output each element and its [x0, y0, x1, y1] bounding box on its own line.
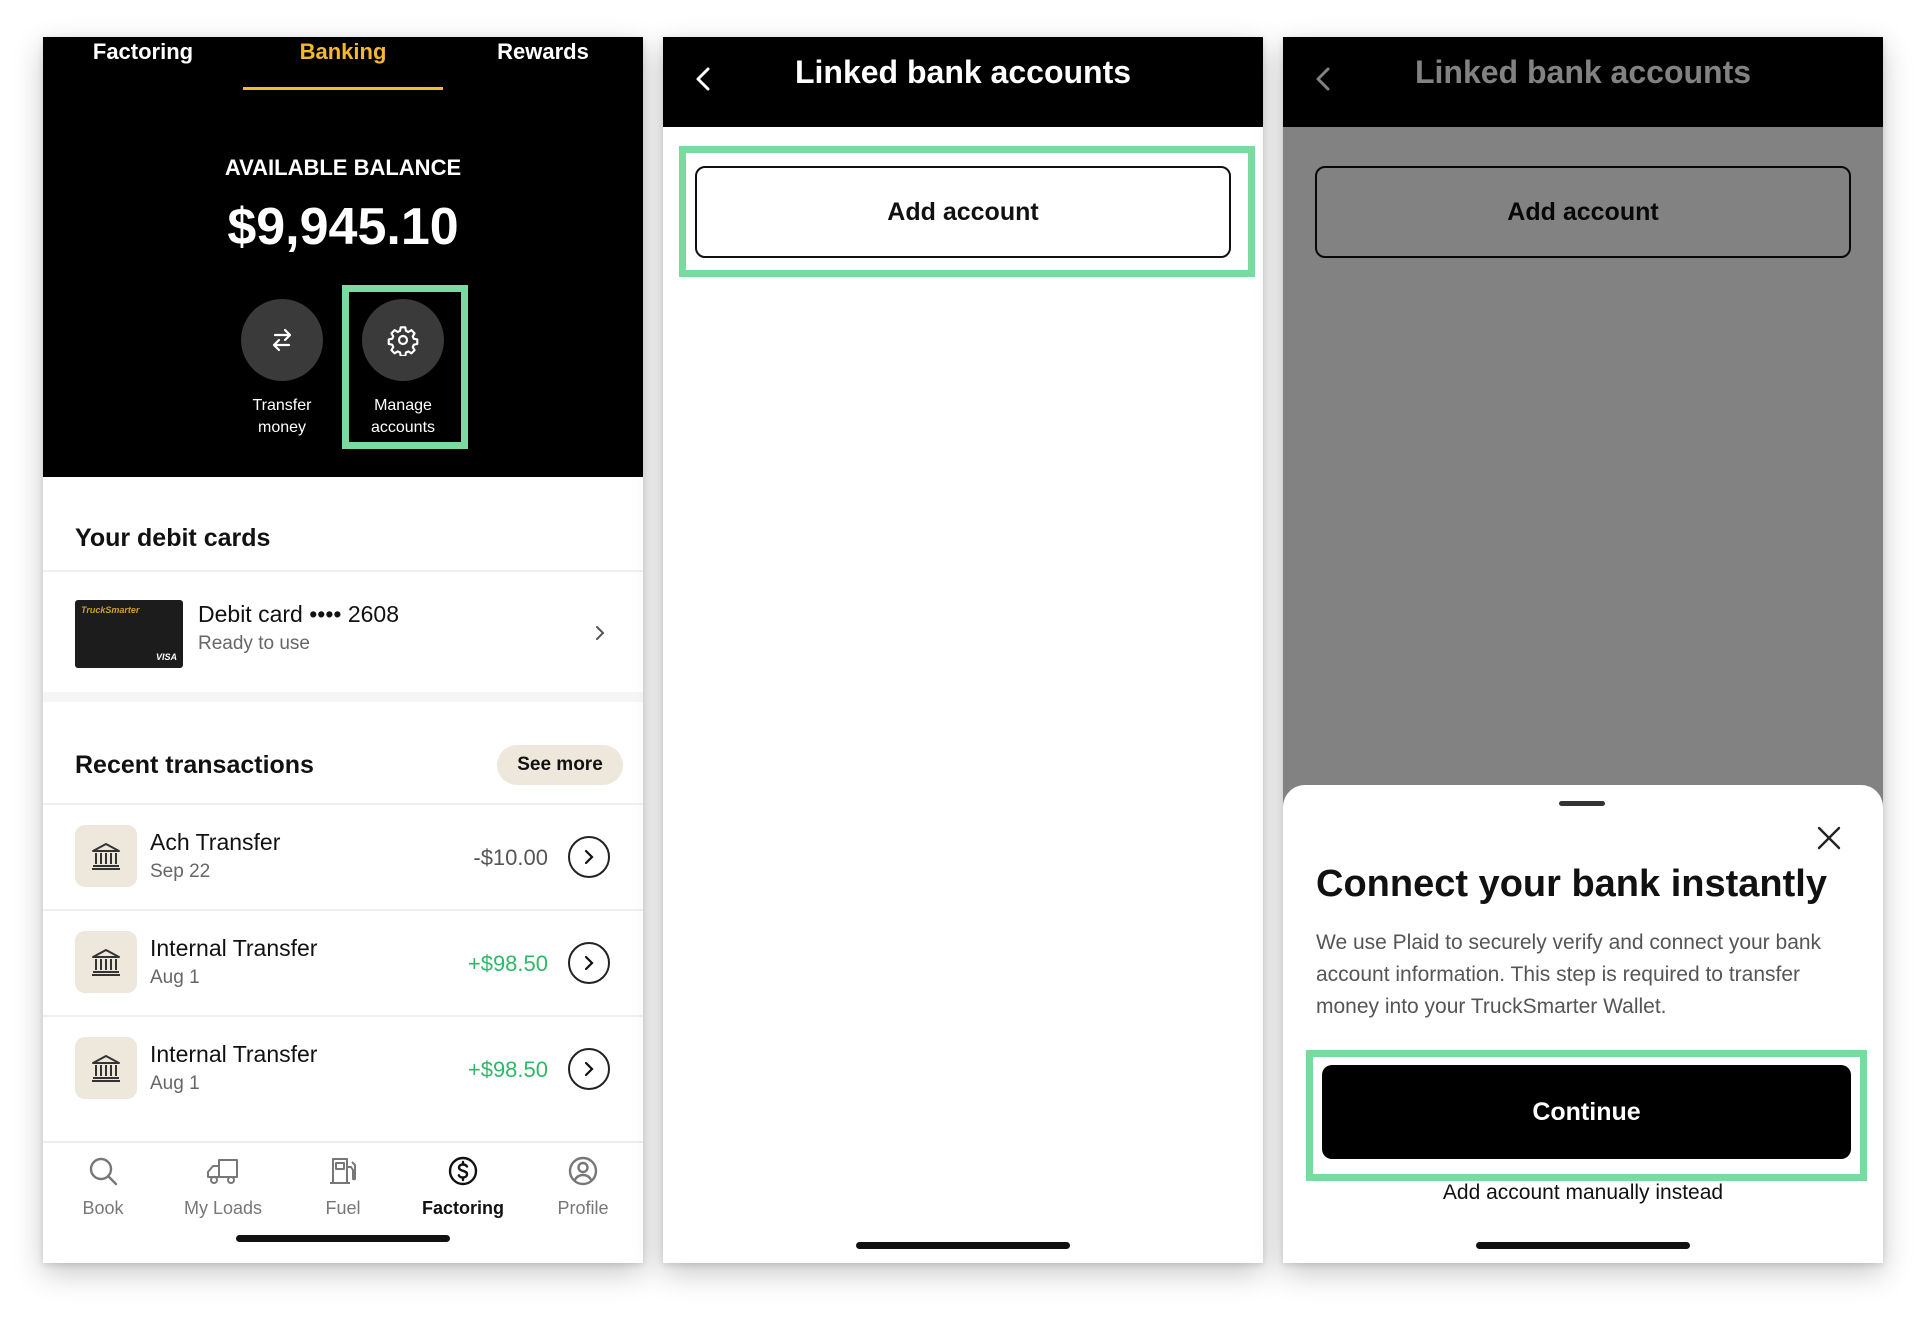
fuel-pump-icon [330, 1158, 356, 1184]
linked-accounts-screen: Linked bank accounts Add account [663, 37, 1263, 1263]
nav-label: Book [82, 1198, 124, 1218]
nav-profile[interactable]: Profile [523, 1155, 643, 1219]
manage-accounts-label: Manage accounts [370, 397, 436, 436]
nav-factoring[interactable]: Factoring [403, 1155, 523, 1219]
banking-screen: Factoring Banking Rewards AVAILABLE BALA… [43, 37, 643, 1263]
tab-factoring[interactable]: Factoring [43, 37, 243, 91]
sheet-title: Connect your bank instantly [1316, 863, 1827, 905]
transaction-row[interactable]: Internal Transfer Aug 1 +$98.50 [43, 911, 643, 1015]
balance-header: Factoring Banking Rewards AVAILABLE BALA… [43, 37, 643, 477]
transaction-row[interactable]: Ach Transfer Sep 22 -$10.00 [43, 805, 643, 909]
available-balance-value: $9,945.10 [227, 198, 459, 256]
close-icon[interactable] [1816, 825, 1842, 851]
debit-card-status: Ready to use [198, 633, 310, 654]
nav-my-loads[interactable]: My Loads [163, 1155, 283, 1219]
section-gap [43, 692, 643, 702]
page-title: Linked bank accounts [794, 54, 1132, 90]
debit-card-image: TruckSmarter VISA [75, 600, 183, 668]
manage-accounts-button[interactable]: Manage accounts [353, 299, 453, 439]
recent-transactions-heading: Recent transactions [75, 751, 314, 779]
debit-card-title: Debit card •••• 2608 [198, 601, 399, 627]
transaction-date: Aug 1 [150, 1073, 200, 1094]
bank-icon [75, 931, 137, 993]
continue-button[interactable]: Continue [1322, 1065, 1851, 1159]
transaction-title: Internal Transfer [150, 935, 318, 961]
connect-bank-screen: Linked bank accounts Add account Connect… [1283, 37, 1883, 1263]
nav-label: My Loads [183, 1198, 263, 1218]
sheet-grabber[interactable] [1559, 801, 1605, 806]
add-account-button[interactable]: Add account [695, 166, 1231, 258]
tab-banking[interactable]: Banking [243, 37, 443, 91]
bank-icon [75, 825, 137, 887]
transaction-title: Ach Transfer [150, 829, 281, 855]
debit-cards-heading: Your debit cards [75, 524, 271, 552]
transaction-title: Internal Transfer [150, 1041, 318, 1067]
nav-book[interactable]: Book [43, 1155, 163, 1219]
sheet-description: We use Plaid to securely verify and conn… [1316, 931, 1822, 1018]
card-brand-logo: TruckSmarter [81, 605, 140, 615]
bottom-sheet: Connect your bank instantly We use Plaid… [1283, 785, 1883, 1263]
dollar-circle-icon [448, 1156, 478, 1186]
truck-icon [207, 1159, 238, 1184]
tab-rewards[interactable]: Rewards [443, 37, 643, 91]
chevron-right-icon[interactable] [568, 942, 610, 984]
transfer-money-button[interactable]: Transfer money [232, 299, 332, 439]
user-circle-icon [568, 1156, 598, 1186]
nav-label: Profile [557, 1198, 609, 1218]
chevron-right-icon [596, 626, 605, 640]
transfer-arrows-icon [241, 299, 323, 381]
see-more-button[interactable]: See more [497, 745, 623, 785]
transaction-date: Aug 1 [150, 967, 200, 988]
transaction-amount: -$10.00 [473, 845, 548, 870]
home-indicator [856, 1242, 1070, 1249]
transfer-money-label: Transfer money [252, 397, 312, 436]
transaction-amount: +$98.50 [467, 951, 548, 976]
add-manually-link[interactable]: Add account manually instead [1283, 1181, 1883, 1205]
divider [43, 570, 643, 572]
header-bar: Linked bank accounts [663, 37, 1263, 127]
home-indicator [236, 1235, 450, 1242]
nav-fuel[interactable]: Fuel [283, 1155, 403, 1219]
transaction-amount: +$98.50 [467, 1057, 548, 1082]
gear-icon [362, 299, 444, 381]
nav-label: Factoring [421, 1198, 504, 1218]
chevron-right-icon[interactable] [568, 836, 610, 878]
transaction-row[interactable]: Internal Transfer Aug 1 +$98.50 [43, 1017, 643, 1121]
nav-label: Fuel [325, 1198, 361, 1218]
home-indicator [1476, 1242, 1690, 1249]
available-balance-label: AVAILABLE BALANCE [224, 155, 462, 180]
chevron-right-icon[interactable] [568, 1048, 610, 1090]
bank-icon [75, 1037, 137, 1099]
search-icon [89, 1157, 118, 1186]
bottom-nav: Book My Loads Fuel Factoring Profile [43, 1141, 643, 1263]
visa-logo: VISA [155, 652, 177, 662]
transaction-date: Sep 22 [150, 861, 211, 882]
active-tab-indicator [243, 87, 443, 90]
